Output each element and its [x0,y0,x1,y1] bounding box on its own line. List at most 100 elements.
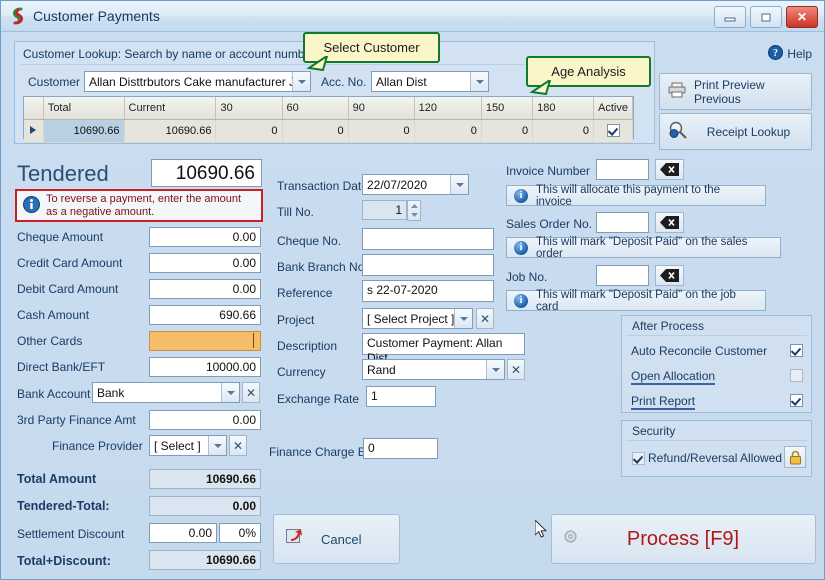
col-current[interactable]: Current [124,97,217,120]
col-120[interactable]: 120 [414,97,482,120]
job-info-bar: i This will mark "Deposit Paid" on the j… [506,289,766,313]
bank-branch-no-input[interactable] [362,254,494,276]
reverse-payment-warning-text: To reverse a payment, enter the amount a… [46,193,241,219]
tendered-total-label: Tendered-Total: [17,499,110,513]
auto-reconcile-customer-label[interactable]: Auto Reconcile Customer [631,344,767,358]
till-no-input[interactable]: 1 [362,200,407,220]
col-60[interactable]: 60 [282,97,349,120]
print-report-label[interactable]: Print Report [631,394,696,410]
help-label: Help [787,47,812,61]
chevron-down-icon[interactable] [292,72,310,91]
bank-account-clear-button[interactable]: ✕ [242,382,260,403]
chevron-down-icon[interactable] [454,309,472,328]
auto-reconcile-customer-checkbox[interactable] [790,344,803,359]
chevron-down-icon[interactable] [486,360,504,379]
project-combo[interactable]: [ Select Project ] [362,308,473,329]
padlock-icon[interactable] [784,446,806,468]
account-no-combo[interactable]: Allan Dist [371,71,489,92]
description-input[interactable]: Customer Payment: Allan Dist [362,333,525,365]
tendered-input[interactable]: 10690.66 [151,159,262,187]
customer-payments-window: Customer Payments ✕ ? Help Customer Look… [0,0,825,580]
job-clear-backspace-icon[interactable] [655,265,684,286]
callout-select-customer-tail [306,56,329,72]
col-30[interactable]: 30 [215,97,283,120]
third-party-finance-input[interactable]: 0.00 [149,410,261,430]
direct-bank-eft-label: Direct Bank/EFT [17,360,106,374]
col-total[interactable]: Total [43,97,125,120]
refund-reversal-checkbox[interactable] [632,452,645,467]
debit-card-amount-input[interactable]: 0.00 [149,279,261,299]
refund-reversal-allowed-label[interactable]: Refund/Reversal Allowed [648,451,782,465]
open-allocation-checkbox[interactable] [790,369,803,384]
credit-card-amount-input[interactable]: 0.00 [149,253,261,273]
cell-30: 0 [215,119,283,143]
sales-order-no-input[interactable] [596,212,649,233]
finance-provider-combo[interactable]: [ Select ] [149,435,227,456]
chevron-down-icon[interactable] [450,175,468,194]
open-allocation-label[interactable]: Open Allocation [631,369,716,385]
bank-account-combo[interactable]: Bank [92,382,240,403]
active-checkbox[interactable] [606,123,620,137]
table-row[interactable]: 10690.66 10690.66 0 0 0 0 0 0 [24,119,633,143]
exchange-rate-input[interactable]: 1 [366,386,436,407]
sales-order-info-text: This will mark "Deposit Paid" on the sal… [536,235,748,260]
currency-clear-button[interactable]: ✕ [507,359,525,380]
job-no-label: Job No. [506,270,548,284]
close-button[interactable]: ✕ [786,6,818,28]
finance-provider-clear-button[interactable]: ✕ [229,435,247,456]
help-button[interactable]: ? Help [768,45,812,63]
help-question-icon: ? [768,45,784,63]
settlement-discount-percent-input[interactable]: 0% [219,523,261,543]
invoice-number-input[interactable] [596,159,649,180]
chevron-down-icon[interactable] [470,72,488,91]
other-cards-input[interactable] [149,331,261,351]
project-label: Project [277,313,315,327]
col-180[interactable]: 180 [532,97,595,120]
cell-120: 0 [414,119,482,143]
sales-order-clear-backspace-icon[interactable] [655,212,684,233]
col-150[interactable]: 150 [481,97,534,120]
col-active[interactable]: Active [593,97,633,120]
minimize-button[interactable] [714,6,746,28]
transaction-date-picker[interactable]: 22/07/2020 [362,174,469,195]
reference-input[interactable]: s 22-07-2020 [362,280,494,302]
job-no-input[interactable] [596,265,649,286]
customer-combo[interactable]: Allan Disttrbutors Cake manufacturer J [84,71,311,92]
title-bar: Customer Payments ✕ [1,1,824,32]
cash-amount-input[interactable]: 690.66 [149,305,261,325]
process-button[interactable]: Process [F9] [551,514,816,564]
till-no-label: Till No. [277,205,314,219]
col-90[interactable]: 90 [348,97,415,120]
divider [626,440,807,441]
print-preview-previous-button[interactable]: Print Preview Previous [659,73,812,110]
chevron-down-icon[interactable] [208,436,226,455]
cell-active[interactable] [593,119,633,143]
cheque-amount-input[interactable]: 0.00 [149,227,261,247]
customer-combo-value: Allan Disttrbutors Cake manufacturer J [89,75,292,89]
cancel-button[interactable]: Cancel [273,514,400,564]
receipt-lookup-label: Receipt Lookup [706,124,791,139]
after-process-title: After Process [632,319,705,333]
cancel-label: Cancel [321,531,362,547]
invoice-info-bar: i This will allocate this payment to the… [506,184,766,208]
bank-account-value: Bank [97,386,125,400]
invoice-number-label: Invoice Number [506,164,591,178]
receipt-lookup-button[interactable]: Receipt Lookup [659,113,812,150]
finance-charge-input[interactable]: 0 [363,438,438,459]
invoice-clear-backspace-icon[interactable] [655,159,684,180]
settlement-discount-amount-input[interactable]: 0.00 [149,523,217,543]
till-no-stepper[interactable] [407,200,421,221]
currency-combo[interactable]: Rand [362,359,505,380]
cheque-no-input[interactable] [362,228,494,250]
maximize-button[interactable] [750,6,782,28]
print-report-checkbox[interactable] [790,394,803,409]
reverse-payment-warning: To reverse a payment, enter the amount a… [15,189,263,222]
account-no-value: Allan Dist [376,75,427,89]
age-analysis-grid[interactable]: Total Current 30 60 90 120 150 180 Activ… [23,96,634,143]
callout-select-customer-label: Select Customer [323,40,420,55]
cell-90: 0 [348,119,415,143]
window-controls: ✕ [714,6,818,28]
chevron-down-icon[interactable] [221,383,239,402]
direct-bank-eft-input[interactable]: 10000.00 [149,357,261,377]
project-clear-button[interactable]: ✕ [476,308,494,329]
